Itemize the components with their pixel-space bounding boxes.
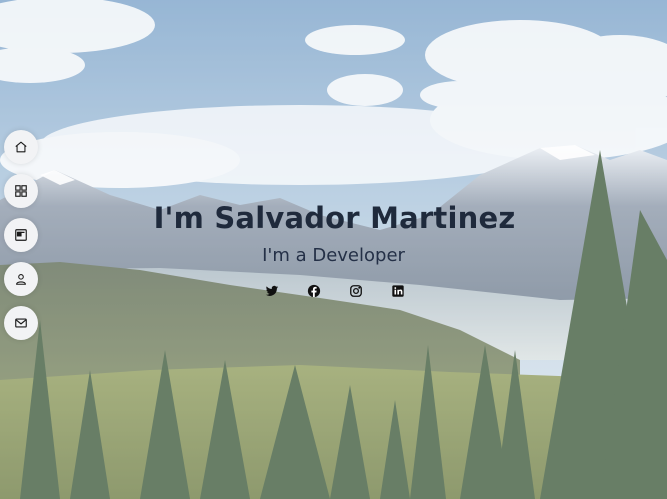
nav-contact-button[interactable]	[4, 306, 38, 340]
facebook-link[interactable]	[305, 284, 321, 298]
hero-section: I'm Salvador Martinez I'm a Developer	[0, 0, 667, 499]
linkedin-link[interactable]	[389, 284, 405, 298]
home-icon	[15, 141, 27, 153]
envelope-icon	[15, 318, 27, 328]
linkedin-icon	[391, 285, 404, 297]
hero-role-prefix: I'm a	[262, 245, 313, 266]
hero-name: I'm Salvador Martinez	[153, 201, 516, 235]
hero-role-line: I'm a Developer	[0, 243, 667, 269]
hero-role-typed: Developer	[312, 245, 405, 266]
nav-home-button[interactable]	[4, 130, 38, 164]
hero-content: I'm Salvador Martinez I'm a Developer	[0, 196, 667, 269]
twitter-link[interactable]	[263, 284, 279, 298]
instagram-link[interactable]	[347, 284, 363, 298]
twitter-icon	[265, 285, 278, 296]
instagram-icon	[349, 285, 362, 297]
facebook-icon	[307, 284, 320, 298]
social-links	[0, 284, 667, 298]
